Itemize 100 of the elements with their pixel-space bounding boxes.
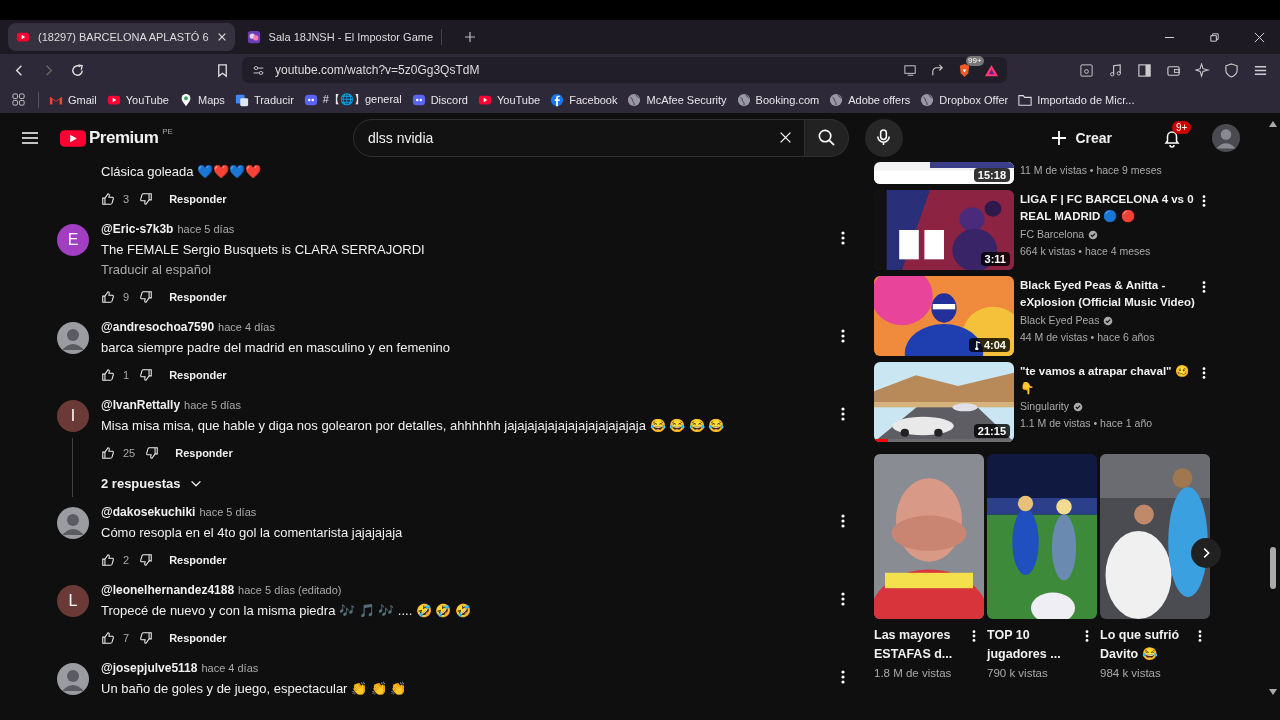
bookmark-item[interactable]: #【🌐】general [303, 92, 402, 107]
sidebar-icon[interactable] [1137, 62, 1152, 78]
restore-icon[interactable] [1209, 31, 1220, 43]
bookmark-item[interactable]: Traducir [234, 92, 294, 107]
bookmark-item[interactable]: Importado de Micr... [1018, 92, 1135, 107]
triangle-icon[interactable] [984, 62, 999, 78]
browser-tab[interactable]: Sala 18JNSH - El Impostor Game [238, 23, 451, 51]
thumbs-down-icon[interactable] [139, 631, 154, 645]
bookmark-item[interactable]: Booking.com [736, 92, 820, 107]
thumbs-down-icon[interactable] [139, 553, 154, 567]
comment-time[interactable]: hace 4 días [218, 321, 275, 333]
reply-button[interactable]: Responder [169, 287, 227, 307]
thumbs-up-icon[interactable] [101, 192, 115, 206]
video-title[interactable]: Black Eyed Peas & Anitta - eXplosion (Official Music Video) [1020, 277, 1198, 311]
video-title[interactable]: "te vamos a atrapar chaval" 🥴 👇 [1020, 363, 1198, 397]
thumbs-down-icon[interactable] [139, 290, 154, 304]
music-icon[interactable] [1108, 62, 1123, 78]
more-options-icon[interactable] [1202, 194, 1206, 208]
short-title[interactable]: Las mayores ESTAFAS d... [874, 626, 966, 664]
bookmark-item[interactable]: YouTube [477, 92, 541, 107]
comment-time[interactable]: hace 5 días [177, 223, 235, 235]
comment-author[interactable]: @josepjulve5118 [101, 661, 198, 675]
avatar-icon[interactable] [57, 322, 89, 354]
user-avatar[interactable]: E [57, 224, 89, 256]
reply-button[interactable]: Responder [169, 628, 227, 648]
bookmark-item[interactable]: Gmail [49, 92, 97, 107]
thumbs-up-icon[interactable] [101, 553, 115, 567]
comment-author[interactable]: @Eric-s7k3b [101, 222, 174, 236]
thumbs-up-icon[interactable] [101, 368, 115, 382]
new-tab-icon[interactable] [464, 31, 477, 43]
comment-author[interactable]: @andresochoa7590 [101, 320, 215, 334]
voice-search-button[interactable] [864, 118, 903, 157]
reply-button[interactable]: Responder [169, 189, 227, 209]
channel-name[interactable]: Black Eyed Peas [1020, 312, 1100, 329]
bookmark-item[interactable]: Adobe offers [829, 92, 911, 107]
replies-toggle[interactable]: 2 respuestas [101, 470, 203, 497]
sparkle-icon[interactable] [1195, 62, 1210, 78]
sliders-icon[interactable] [252, 63, 265, 77]
close-icon[interactable] [216, 32, 227, 42]
browser-tab[interactable]: (18297) BARCELONA APLASTÓ 6 [8, 23, 235, 51]
bookmark-icon[interactable] [215, 62, 230, 78]
bookmark-item[interactable]: McAfee Security [627, 92, 727, 107]
comment-time[interactable]: hace 5 días [184, 399, 241, 411]
address-bar[interactable]: youtube.com/watch?v=5z0Gg3QsTdM 99+ [242, 57, 1007, 83]
reply-button[interactable]: Responder [169, 365, 227, 385]
video-title[interactable]: LIGA F | FC BARCELONA 4 vs 0 REAL MADRID 🔵 🔴 [1020, 191, 1198, 225]
comment-time[interactable]: hace 5 días (editado) [238, 584, 342, 596]
more-options-icon[interactable] [1202, 366, 1206, 380]
more-options-icon[interactable] [972, 629, 976, 643]
more-options-icon[interactable] [1085, 629, 1089, 643]
play-logo-icon[interactable] [60, 128, 86, 148]
comment-author[interactable]: @IvanRettally [101, 398, 181, 412]
avatar-icon[interactable] [57, 507, 89, 539]
next-button[interactable] [1191, 538, 1221, 568]
bookmark-item[interactable]: YouTube [106, 92, 169, 107]
more-options-icon[interactable] [841, 230, 845, 246]
clear-icon[interactable] [778, 130, 792, 144]
thumbs-up-icon[interactable] [101, 631, 115, 645]
more-options-icon[interactable] [1198, 629, 1202, 643]
user-avatar[interactable]: L [57, 585, 89, 617]
lion-shield-icon[interactable] [957, 62, 972, 78]
reply-button[interactable]: Responder [169, 550, 227, 570]
more-options-icon[interactable] [841, 669, 845, 685]
thumbs-down-icon[interactable] [139, 368, 154, 382]
logo-text[interactable]: Premium [89, 126, 159, 149]
avatar-icon[interactable] [57, 663, 89, 695]
reload-icon[interactable] [70, 62, 85, 78]
more-options-icon[interactable] [841, 406, 845, 422]
thumbs-up-icon[interactable] [101, 290, 115, 304]
reader-icon[interactable] [1079, 62, 1094, 78]
close-icon[interactable] [1254, 31, 1265, 43]
short-title[interactable]: TOP 10 jugadores ... [987, 626, 1079, 664]
channel-name[interactable]: FC Barcelona [1020, 226, 1085, 243]
more-options-icon[interactable] [1202, 280, 1206, 294]
thumbs-down-icon[interactable] [139, 192, 154, 206]
comment-author[interactable]: @dakosekuchiki [101, 505, 196, 519]
reply-button[interactable]: Responder [175, 443, 233, 463]
share-icon[interactable] [930, 62, 945, 78]
thumbs-up-icon[interactable] [101, 446, 115, 460]
bookmark-item[interactable]: Facebook [550, 92, 618, 107]
comment-time[interactable]: hace 4 días [201, 662, 259, 674]
install-icon[interactable] [903, 62, 918, 78]
comment-author[interactable]: @leonelhernandez4188 [101, 583, 235, 597]
apps-grid-icon[interactable] [11, 92, 26, 107]
create-button[interactable]: Crear [1041, 121, 1122, 154]
short-title[interactable]: Lo que sufrió Davito 😂 [1100, 626, 1192, 664]
translate-link[interactable]: Traducir al español [101, 260, 860, 280]
bookmark-item[interactable]: Dropbox Offer [920, 92, 1009, 107]
more-options-icon[interactable] [841, 591, 845, 607]
comment-time[interactable]: hace 5 días [199, 506, 257, 518]
search-button[interactable] [804, 118, 849, 157]
user-avatar[interactable]: I [57, 400, 89, 432]
shield-icon[interactable] [1224, 62, 1239, 78]
more-options-icon[interactable] [841, 513, 845, 529]
avatar-icon[interactable] [1212, 123, 1240, 152]
bookmark-item[interactable]: Discord [411, 92, 468, 107]
bookmark-item[interactable]: Maps [178, 92, 225, 107]
search-field[interactable]: dlss nvidia [352, 118, 805, 157]
thumbs-down-icon[interactable] [145, 446, 160, 460]
more-options-icon[interactable] [841, 328, 845, 344]
